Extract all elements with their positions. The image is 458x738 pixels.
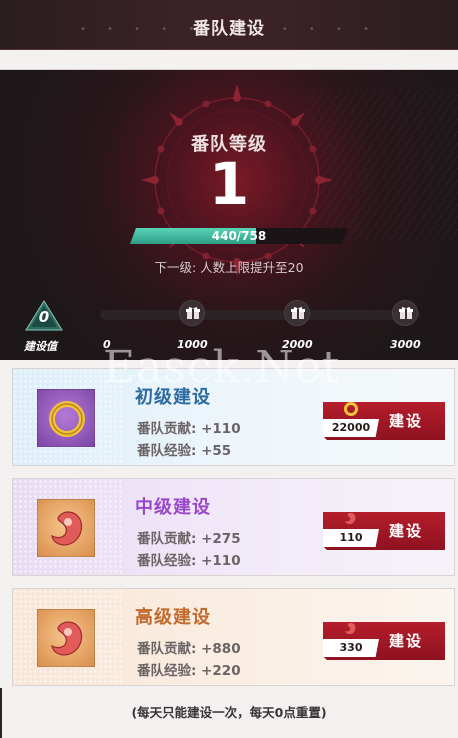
milestone-label: 2000: [282, 338, 313, 351]
item-icon-frame: [37, 609, 95, 667]
option-title: 初级建设: [135, 387, 211, 408]
exp-progress-bar: 440/758: [130, 228, 348, 244]
build-button-label: 建设: [389, 522, 424, 540]
construction-value-label: 建设值: [24, 340, 57, 353]
contribution-text: 番队贡献: +275: [137, 531, 241, 547]
build-option-advanced: 高级建设 番队贡献: +880 番队经验: +220 330 建设: [12, 588, 455, 686]
milestone-label: 3000: [390, 338, 421, 351]
build-option-basic: 初级建设 番队贡献: +110 番队经验: +55 22000 建设: [12, 368, 455, 466]
daily-limit-note: (每天只能建设一次，每天0点重置): [131, 705, 327, 720]
gift-icon: [291, 307, 305, 319]
exp-text: 番队经验: +220: [137, 663, 241, 679]
cost-value: 22000: [331, 421, 371, 434]
construction-value: 0: [38, 308, 50, 326]
gift-icon: [399, 307, 413, 319]
next-level-text: 下一级: 人数上限提升至20: [154, 260, 304, 275]
item-icon-frame: [37, 499, 95, 557]
gold-ring-icon: [49, 401, 85, 437]
build-button-label: 建设: [389, 632, 424, 650]
exp-text: 番队经验: +55: [137, 443, 232, 459]
milestone-label: 1000: [177, 338, 208, 351]
construction-value-gem: 0: [25, 300, 63, 336]
exp-progress-text: 440/758: [211, 229, 267, 243]
magatama-icon: [345, 623, 356, 635]
decor-corner: [0, 688, 10, 738]
page-title: 番队建设: [193, 19, 265, 39]
magatama-icon: [51, 621, 83, 656]
magatama-icon: [51, 511, 83, 546]
build-button-advanced[interactable]: 330 建设: [323, 622, 445, 660]
header-strip: [0, 50, 458, 70]
exp-text: 番队经验: +110: [137, 553, 241, 569]
level-value: 1: [208, 150, 250, 218]
build-button-basic[interactable]: 22000 建设: [323, 402, 445, 440]
construction-progress-track: [100, 310, 420, 320]
option-title: 高级建设: [135, 607, 211, 628]
decor-dots-right: • • • • •: [254, 24, 378, 35]
screen: • • • • • 番队建设 • • • • • 番队等级 1 440/758 …: [0, 0, 458, 738]
contribution-text: 番队贡献: +880: [137, 641, 241, 657]
milestone-label: 0: [103, 338, 111, 351]
gold-ring-icon: [344, 402, 358, 416]
build-option-intermediate: 中级建设 番队贡献: +275 番队经验: +110 110 建设: [12, 478, 455, 576]
level-panel: 番队等级 1 440/758 下一级: 人数上限提升至20 0 建设值 0 10…: [0, 70, 458, 360]
reward-gift-1000[interactable]: [179, 300, 205, 326]
item-icon-frame: [37, 389, 95, 447]
magatama-icon: [345, 513, 356, 525]
title-bar: • • • • • 番队建设 • • • • •: [0, 0, 458, 50]
build-button-intermediate[interactable]: 110 建设: [323, 512, 445, 550]
build-button-label: 建设: [389, 412, 424, 430]
cost-value: 330: [339, 641, 363, 654]
gift-icon: [186, 307, 200, 319]
cost-value: 110: [339, 531, 363, 544]
reward-gift-2000[interactable]: [284, 300, 310, 326]
contribution-text: 番队贡献: +110: [137, 421, 241, 437]
reward-gift-3000[interactable]: [392, 300, 418, 326]
option-title: 中级建设: [135, 497, 211, 518]
